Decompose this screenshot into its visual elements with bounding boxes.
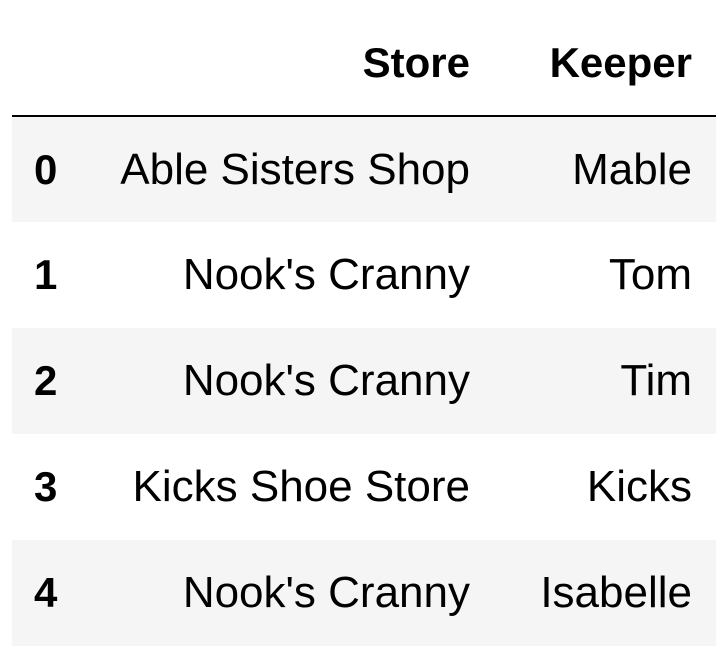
- column-header-keeper: Keeper: [494, 0, 716, 117]
- index-header: [12, 0, 82, 117]
- row-index: 4: [34, 569, 58, 616]
- table-row: 0 Able Sisters Shop Mable: [12, 116, 716, 222]
- table-row: 2 Nook's Cranny Tim: [12, 328, 716, 434]
- table-row: 3 Kicks Shoe Store Kicks: [12, 434, 716, 540]
- cell-keeper: Kicks: [586, 462, 692, 511]
- cell-store: Nook's Cranny: [182, 356, 470, 405]
- table-row: 4 Nook's Cranny Isabelle: [12, 540, 716, 646]
- cell-store: Kicks Shoe Store: [132, 462, 471, 511]
- table-header: Store Keeper: [12, 0, 716, 117]
- cell-keeper: Isabelle: [540, 568, 692, 617]
- header-row: Store Keeper: [12, 0, 716, 117]
- table-body: 0 Able Sisters Shop Mable 1 Nook's Crann…: [12, 116, 716, 646]
- cell-keeper: Mable: [572, 144, 692, 194]
- table-row: 1 Nook's Cranny Tom: [12, 222, 716, 328]
- cell-keeper: Tom: [608, 250, 692, 299]
- column-header-store: Store: [82, 0, 494, 117]
- cell-store: Able Sisters Shop: [120, 144, 470, 194]
- cell-store: Nook's Cranny: [182, 568, 470, 617]
- row-index: 2: [34, 357, 58, 404]
- dataframe-container: Store Keeper 0 Able Sisters Shop Mable 1…: [12, 0, 716, 646]
- row-index: 1: [34, 251, 58, 298]
- row-index: 3: [34, 463, 58, 510]
- cell-keeper: Tim: [620, 356, 692, 405]
- dataframe-table: Store Keeper 0 Able Sisters Shop Mable 1…: [12, 0, 716, 646]
- cell-store: Nook's Cranny: [182, 250, 470, 299]
- row-index: 0: [34, 145, 58, 193]
